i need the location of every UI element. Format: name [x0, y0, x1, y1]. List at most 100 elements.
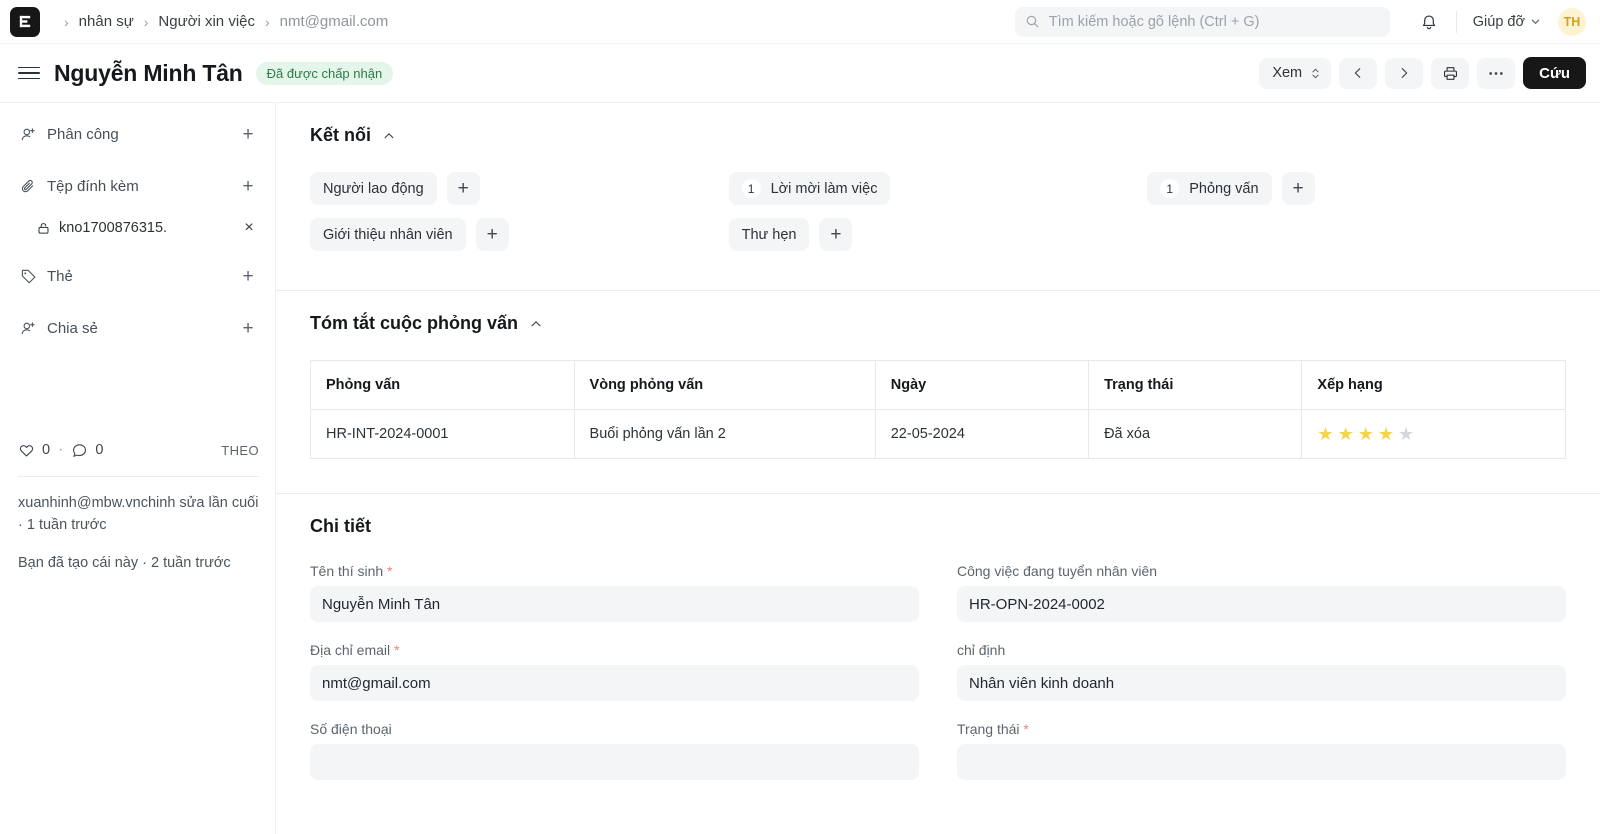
column-header-interview: Phỏng vấn: [310, 360, 575, 410]
sidebar-item-assign[interactable]: Phân công +: [18, 117, 259, 151]
frappe-e-logo-icon: [19, 15, 30, 28]
star-filled-icon[interactable]: ★: [1358, 425, 1374, 443]
comment-count: 0: [95, 442, 104, 458]
app-logo[interactable]: [10, 6, 40, 37]
status-input[interactable]: [957, 744, 1566, 780]
required-marker: *: [387, 563, 393, 579]
rating-stars: ★ ★ ★ ★ ★: [1317, 425, 1550, 443]
search-box[interactable]: Tìm kiếm hoặc gõ lệnh (Ctrl + G): [1014, 6, 1390, 37]
assign-user-icon: [18, 126, 38, 143]
notifications-button[interactable]: [1414, 7, 1444, 37]
phone-input[interactable]: [310, 744, 919, 780]
follow-button[interactable]: THEO: [221, 443, 259, 458]
add-attachment-button[interactable]: +: [237, 175, 259, 197]
breadcrumb-separator-1: ›: [143, 13, 149, 30]
field-label-text: Trạng thái: [957, 721, 1020, 737]
avatar[interactable]: TH: [1558, 7, 1586, 36]
add-interview-button[interactable]: +: [1281, 172, 1315, 205]
stat-separator: ·: [58, 441, 64, 458]
attachment-item[interactable]: kno1700876315. ×: [18, 213, 259, 243]
add-share-button[interactable]: +: [237, 317, 259, 339]
ellipsis-icon: [1489, 71, 1503, 75]
star-filled-icon[interactable]: ★: [1338, 425, 1354, 443]
candidate-name-input[interactable]: [310, 586, 919, 622]
engagement-stats: 0 · 0 THEO: [18, 437, 259, 463]
table-row[interactable]: HR-INT-2024-0001 Buổi phỏng vấn lần 2 22…: [310, 409, 1566, 459]
add-appointment-letter-button[interactable]: +: [819, 218, 853, 251]
sidebar-item-share[interactable]: Chia sẻ +: [18, 311, 259, 345]
breadcrumb-item-0[interactable]: nhân sự: [79, 13, 134, 30]
connection-row: Thư hẹn +: [728, 218, 1148, 251]
print-button[interactable]: [1431, 57, 1470, 89]
navbar-divider: [1455, 10, 1457, 33]
details-right-column: Công việc đang tuyển nhân viên chỉ định …: [957, 563, 1566, 800]
sidebar-item-attachments[interactable]: Tệp đính kèm +: [18, 169, 259, 203]
chevron-up-icon[interactable]: [529, 317, 543, 331]
star-filled-icon[interactable]: ★: [1378, 425, 1394, 443]
table-body: HR-INT-2024-0001 Buổi phỏng vấn lần 2 22…: [310, 409, 1566, 459]
sidebar-divider: [18, 476, 259, 477]
connection-chip-job-offer[interactable]: 1 Lời mời làm việc: [728, 172, 891, 205]
connection-chip-appointment-letter[interactable]: Thư hẹn: [728, 218, 810, 251]
sidebar-item-label: Thẻ: [47, 267, 73, 285]
share-user-icon: [18, 320, 38, 337]
chevron-up-icon[interactable]: [382, 129, 396, 143]
field-phone: Số điện thoại: [310, 721, 919, 780]
remove-attachment-button[interactable]: ×: [239, 219, 259, 237]
previous-record-button[interactable]: [1339, 57, 1378, 89]
breadcrumb-item-2[interactable]: nmt@gmail.com: [280, 13, 389, 30]
star-filled-icon[interactable]: ★: [1317, 425, 1333, 443]
next-record-button[interactable]: [1385, 57, 1424, 89]
add-employee-button[interactable]: +: [446, 172, 480, 205]
add-tag-button[interactable]: +: [237, 265, 259, 287]
connection-chip-employee[interactable]: Người lao động: [310, 172, 437, 205]
breadcrumb-item-1[interactable]: Người xin việc: [158, 13, 255, 30]
connections-grid: Người lao động + Giới thiệu nhân viên +: [310, 172, 1566, 290]
field-label: Tên thí sinh *: [310, 563, 919, 579]
column-header-round: Vòng phỏng vấn: [574, 360, 876, 410]
connections-column: 1 Lời mời làm việc Thư hẹn +: [728, 172, 1148, 264]
printer-icon: [1443, 66, 1457, 80]
attachment-name[interactable]: kno1700876315.: [59, 220, 239, 236]
page-title: Nguyễn Minh Tân: [54, 59, 243, 86]
search-input[interactable]: Tìm kiếm hoặc gõ lệnh (Ctrl + G): [1049, 14, 1260, 30]
save-button[interactable]: Cứu: [1523, 57, 1586, 89]
bell-icon: [1422, 14, 1435, 29]
column-header-date: Ngày: [875, 360, 1090, 410]
connection-chip-interview[interactable]: 1 Phỏng vấn: [1147, 172, 1272, 205]
interview-table-wrapper: Phỏng vấn Vòng phỏng vấn Ngày Trạng thái…: [310, 360, 1566, 493]
add-referral-button[interactable]: +: [475, 218, 509, 251]
help-menu[interactable]: Giúp đỡ: [1469, 11, 1545, 33]
more-options-button[interactable]: [1477, 57, 1516, 89]
star-empty-icon[interactable]: ★: [1398, 425, 1414, 443]
sidebar-toggle-button[interactable]: [18, 66, 40, 80]
column-header-status: Trạng thái: [1088, 360, 1303, 410]
cell-interview-id[interactable]: HR-INT-2024-0001: [310, 409, 575, 459]
main-content: Kết nối Người lao động + Giới thiệu nhân…: [276, 102, 1600, 834]
hamburger-line: [18, 66, 40, 69]
connection-row: 1 Phỏng vấn +: [1147, 172, 1566, 205]
comment-stat[interactable]: 0: [71, 442, 103, 459]
job-opening-input[interactable]: [957, 586, 1566, 622]
connection-label: Giới thiệu nhân viên: [323, 226, 453, 243]
updown-chevron-icon: [1312, 68, 1319, 78]
like-stat[interactable]: 0: [18, 442, 50, 459]
connection-label: Người lao động: [323, 180, 424, 197]
designation-input[interactable]: [957, 665, 1566, 701]
field-label: Công việc đang tuyển nhân viên: [957, 563, 1566, 579]
email-input[interactable]: [310, 665, 919, 701]
sidebar-item-tags[interactable]: Thẻ +: [18, 259, 259, 293]
field-label-text: Tên thí sinh: [310, 563, 384, 579]
field-label-text: chỉ định: [957, 642, 1006, 658]
view-switcher-button[interactable]: Xem: [1259, 57, 1332, 89]
field-designation: chỉ định: [957, 642, 1566, 701]
connection-label: Thư hẹn: [741, 226, 797, 243]
top-navbar: › nhân sự › Người xin việc › nmt@gmail.c…: [0, 0, 1600, 44]
field-status: Trạng thái *: [957, 721, 1566, 780]
comment-icon: [73, 443, 87, 457]
cell-round: Buổi phỏng vấn lần 2: [574, 409, 876, 459]
status-badge: Đã được chấp nhận: [255, 61, 394, 85]
chevron-right-icon: [1401, 68, 1408, 78]
connection-chip-referral[interactable]: Giới thiệu nhân viên: [310, 218, 466, 251]
add-assignment-button[interactable]: +: [237, 123, 259, 145]
